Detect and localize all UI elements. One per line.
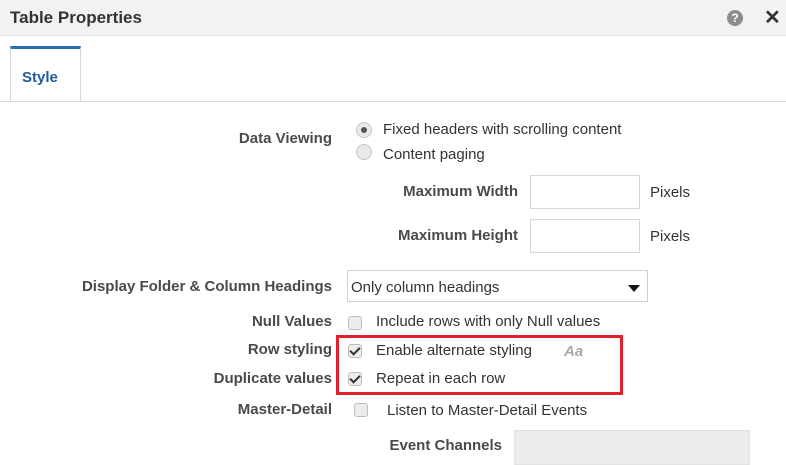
max-height-label: Maximum Height [397,227,518,244]
data-viewing-label: Data Viewing [238,130,332,147]
dialog-title-bar: Table Properties ? ✕ [0,0,786,36]
content-paging-radio[interactable] [356,144,372,160]
dialog-title: Table Properties [10,8,142,27]
duplicate-values-label: Duplicate values [213,370,332,387]
chevron-down-icon [628,285,640,292]
null-values-option-label: Include rows with only Null values [376,313,601,330]
headings-label: Display Folder & Column Headings [81,278,332,295]
event-channels-input[interactable] [514,430,750,465]
content-paging-option-label: Content paging [383,146,485,163]
help-icon[interactable]: ? [727,10,743,26]
null-values-checkbox[interactable] [348,316,362,330]
fixed-headers-option-label: Fixed headers with scrolling content [383,121,622,138]
max-width-label: Maximum Width [403,183,518,200]
null-values-label: Null Values [251,313,332,330]
fixed-headers-radio[interactable] [356,122,372,138]
tab-style[interactable]: Style [10,46,81,102]
master-detail-checkbox[interactable] [354,403,368,417]
max-width-unit: Pixels [650,184,691,201]
max-width-input[interactable] [530,175,640,209]
headings-select[interactable]: Only column headings [347,270,648,302]
headings-select-value: Only column headings [351,279,500,296]
max-height-input[interactable] [530,219,640,253]
master-detail-option-label: Listen to Master-Detail Events [387,402,588,419]
tab-strip: Style [0,36,786,102]
max-height-unit: Pixels [650,228,691,245]
tab-divider [0,101,786,102]
close-icon[interactable]: ✕ [764,5,781,30]
event-channels-label: Event Channels [389,437,502,454]
highlight-box [336,335,623,395]
tab-style-label: Style [22,69,58,86]
row-styling-label: Row styling [247,341,332,358]
master-detail-label: Master-Detail [237,401,332,418]
